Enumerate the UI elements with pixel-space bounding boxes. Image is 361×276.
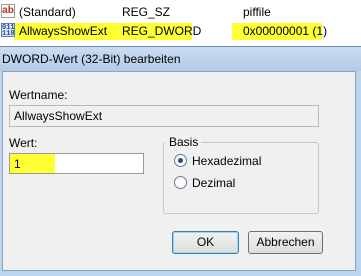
value-name: AllwaysShowExt — [19, 24, 108, 38]
value-name: (Standard) — [19, 5, 76, 19]
basis-legend: Basis — [166, 135, 202, 149]
registry-row-standard[interactable]: ab (Standard) REG_SZ piffile — [0, 2, 361, 21]
value-name-field: AllwaysShowExt — [9, 105, 319, 127]
radio-hexadecimal[interactable] — [174, 154, 187, 167]
dialog-title: DWORD-Wert (32-Bit) bearbeiten — [2, 52, 181, 66]
registry-row-allwaysshowext[interactable]: 011 110 AllwaysShowExt REG_DWORD 0x000000… — [0, 21, 361, 40]
value-type: REG_SZ — [122, 5, 171, 19]
value-data: 0x00000001 (1) — [243, 24, 328, 38]
edit-dword-dialog: DWORD-Wert (32-Bit) bearbeiten Wertname:… — [0, 46, 361, 276]
radio-decimal[interactable] — [174, 176, 187, 189]
dialog-client-area: Wertname: AllwaysShowExt Wert: 1 Basis H… — [2, 71, 356, 271]
value-data: piffile — [243, 5, 271, 19]
binary-value-icon: 011 110 — [1, 23, 15, 38]
radio-hexadecimal-label[interactable]: Hexadezimal — [192, 154, 261, 168]
ok-button[interactable]: OK — [172, 231, 239, 254]
value-type: REG_DWORD — [122, 24, 202, 38]
value-data-input[interactable]: 1 — [9, 153, 144, 174]
value-data-text: 1 — [14, 157, 21, 171]
value-name-label: Wertname: — [9, 88, 68, 102]
cancel-button[interactable]: Abbrechen — [248, 231, 323, 254]
radio-decimal-label[interactable]: Dezimal — [192, 176, 235, 190]
basis-groupbox — [163, 142, 319, 214]
value-data-label: Wert: — [9, 136, 38, 150]
dialog-titlebar[interactable]: DWORD-Wert (32-Bit) bearbeiten — [0, 47, 361, 71]
string-value-icon: ab — [1, 4, 15, 18]
